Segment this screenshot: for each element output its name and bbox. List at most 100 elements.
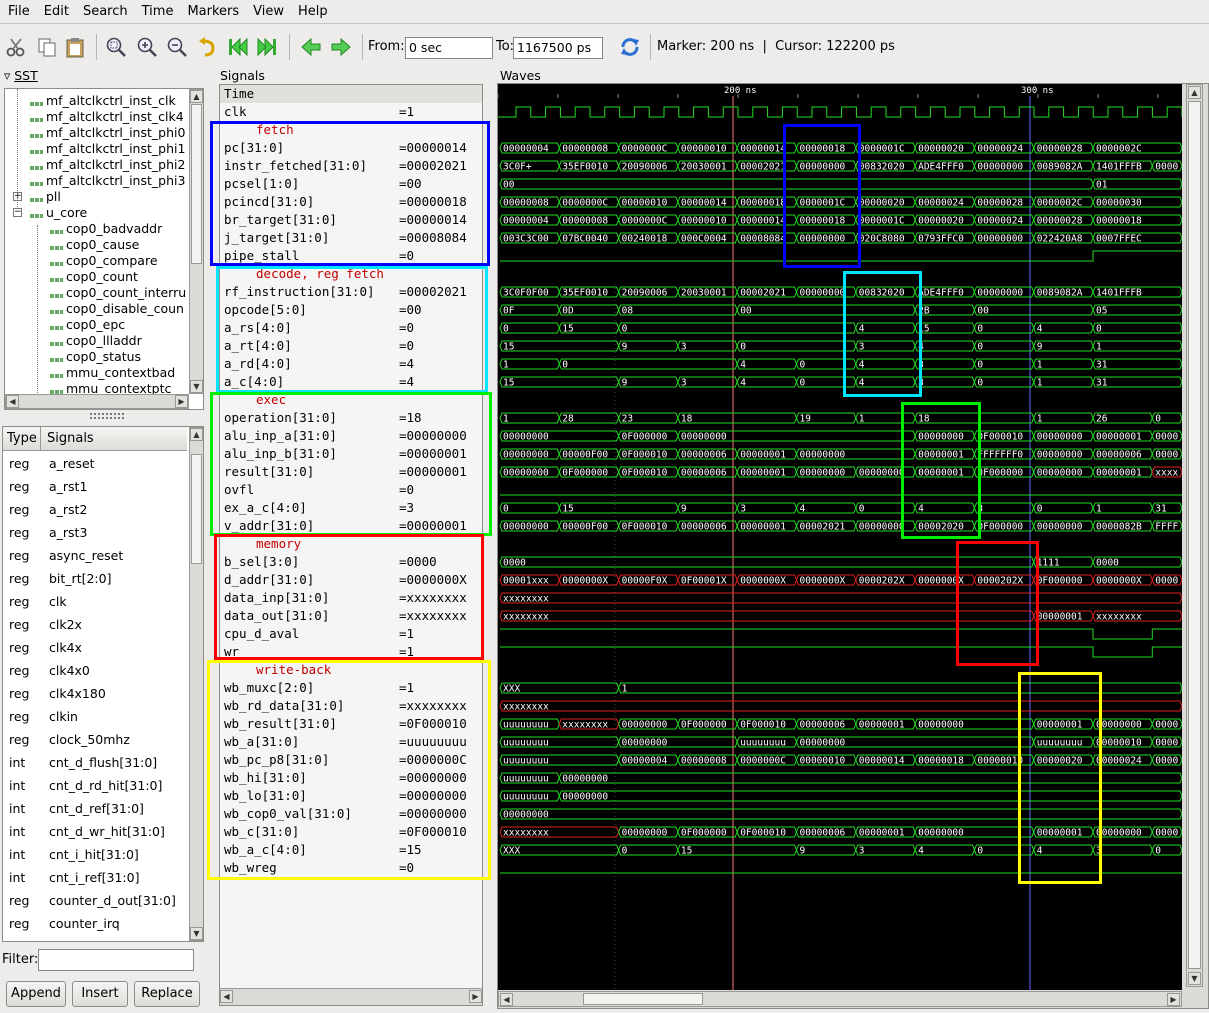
cut-icon[interactable] [5,36,27,58]
signals-hscroll[interactable]: ◀ ▶ [220,988,482,1005]
signal-list-row[interactable]: reg a_reset [5,452,189,475]
signal-list-row[interactable]: int cnt_d_wr_hit[31:0] [5,820,189,843]
signal-list-row[interactable]: reg a_rst3 [5,521,189,544]
sst-hscroll[interactable]: ◀ ▶ [5,394,189,409]
signal-list-row[interactable]: reg a_rst1 [5,475,189,498]
bus-segment [795,502,857,514]
menu-time[interactable]: Time [135,4,181,19]
sst-item[interactable]: mmu_contextbad [49,365,175,381]
list-header[interactable]: Type Signals [3,427,187,451]
from-input[interactable]: 0 sec [405,37,493,59]
sst-item-label: cop0_compare [66,253,158,268]
sst-item[interactable]: cop0_epc [49,317,125,333]
signal-list-row[interactable]: reg counter_irq [5,912,189,935]
scroll-down-icon[interactable]: ▼ [190,927,203,940]
sst-item[interactable]: mf_altclkctrl_inst_phi1 [29,141,185,157]
sst-item[interactable]: cop0_status [49,349,141,365]
signal-list-row[interactable]: reg clock_50mhz [5,728,189,751]
signal-list-row[interactable]: reg a_rst2 [5,498,189,521]
scroll-right-icon[interactable]: ▶ [175,395,188,408]
append-button[interactable]: Append [6,981,66,1007]
scroll-left-icon[interactable]: ◀ [6,395,19,408]
collapse-icon[interactable]: − [13,208,22,217]
sst-item[interactable]: cop0_cause [49,237,139,253]
sst-item[interactable]: mf_altclkctrl_inst_clk [29,93,176,109]
waves-vscroll[interactable]: ▲ ▼ [1186,84,1203,987]
sst-item[interactable]: cop0_llladdr [49,333,142,349]
col-signals[interactable]: Signals [47,431,94,446]
pane-splitter[interactable] [90,413,124,419]
scroll-left-icon[interactable]: ◀ [220,990,233,1003]
sst-item[interactable]: mf_altclkctrl_inst_clk4 [29,109,184,125]
menu-edit[interactable]: Edit [37,4,76,19]
scroll-up-icon[interactable]: ▲ [1188,86,1201,99]
bus-value: 00001xxx [503,576,549,587]
back-arrow-icon[interactable] [300,36,322,58]
menu-help[interactable]: Help [291,4,335,19]
signal-list-row[interactable]: int cnt_i_ref[31:0] [5,866,189,889]
signal-list-row[interactable]: reg async_reset [5,544,189,567]
bus-value: 0 [800,360,806,371]
sst-item[interactable]: cop0_badvaddr [49,221,162,237]
insert-button[interactable]: Insert [72,981,128,1007]
scroll-down-icon[interactable]: ▼ [190,380,203,393]
sst-item[interactable]: mf_altclkctrl_inst_phi2 [29,157,185,173]
sst-item[interactable]: mf_altclkctrl_inst_phi0 [29,125,185,141]
signal-list-row[interactable]: reg bit_rt[2:0] [5,567,189,590]
sst-item[interactable]: cop0_disable_coun [49,301,184,317]
sst-item[interactable]: mf_altclkctrl_inst_phi3 [29,173,185,189]
scroll-down-icon[interactable]: ▼ [1188,972,1201,985]
to-input[interactable]: 1167500 ps [513,37,603,59]
zoom-out-icon[interactable] [166,36,188,58]
scroll-up-icon[interactable]: ▲ [190,428,203,441]
bus-value: 000C0004 [681,234,727,245]
signal-list-row[interactable]: reg clk4x0 [5,659,189,682]
sst-item[interactable]: cop0_count_interru [49,285,186,301]
scroll-up-icon[interactable]: ▲ [190,90,203,103]
menu-search[interactable]: Search [76,4,135,19]
signal-list-row[interactable]: reg counter_d_out[31:0] [5,889,189,912]
scroll-right-icon[interactable]: ▶ [469,990,482,1003]
sst-item[interactable]: cop0_compare [49,253,158,269]
menu-view[interactable]: View [246,4,291,19]
copy-icon[interactable] [36,36,58,58]
bus-value: 0F000000 [681,720,727,731]
col-type[interactable]: Type [7,431,37,446]
filter-input[interactable] [38,949,194,971]
signal-list-row[interactable]: int cnt_d_rd_hit[31:0] [5,774,189,797]
sst-title[interactable]: ▿ SST [4,68,38,83]
waves-hscroll[interactable]: ◀ ▶ [498,991,1182,1007]
signal-list-row[interactable]: int cnt_d_flush[31:0] [5,751,189,774]
forward-arrow-icon[interactable] [330,36,352,58]
paste-icon[interactable] [64,36,86,58]
signal-list-row[interactable]: int cnt_d_ref[31:0] [5,797,189,820]
signal-list-row[interactable]: int cnt_i_hit[31:0] [5,843,189,866]
time-ruler-label: 200 ns [724,86,757,96]
sst-item[interactable]: cop0_count [49,269,138,285]
signal-list-row[interactable]: reg clkin [5,705,189,728]
signal-list-row[interactable]: reg clk4x [5,636,189,659]
menu-file[interactable]: File [0,4,37,19]
zoom-fit-icon[interactable] [105,36,127,58]
scroll-left-icon[interactable]: ◀ [500,993,513,1006]
signal-row[interactable]: clk =1 [222,103,482,121]
sst-item[interactable]: pll [29,189,61,205]
list-vscroll[interactable]: ▲ ▼ [189,427,203,941]
sst-vscroll[interactable]: ▲ ▼ [189,89,203,394]
bus-value: 0000001C [859,144,905,155]
zoom-in-icon[interactable] [136,36,158,58]
menu-markers[interactable]: Markers [180,4,246,19]
replace-button[interactable]: Replace [134,981,200,1007]
signal-list-row[interactable]: reg clk4x180 [5,682,189,705]
reload-icon[interactable] [619,36,641,58]
signal-list-row[interactable]: reg clk [5,590,189,613]
zoom-start-icon[interactable] [227,36,249,58]
bus-value: 9 [622,378,628,389]
bus-value: 0000082B [1096,522,1142,533]
sst-item[interactable]: u_core [29,205,87,221]
undo-zoom-icon[interactable] [196,36,218,58]
bus-value: 00000000 [977,234,1023,245]
scroll-right-icon[interactable]: ▶ [1167,993,1180,1006]
signal-list-row[interactable]: reg clk2x [5,613,189,636]
zoom-end-icon[interactable] [256,36,278,58]
